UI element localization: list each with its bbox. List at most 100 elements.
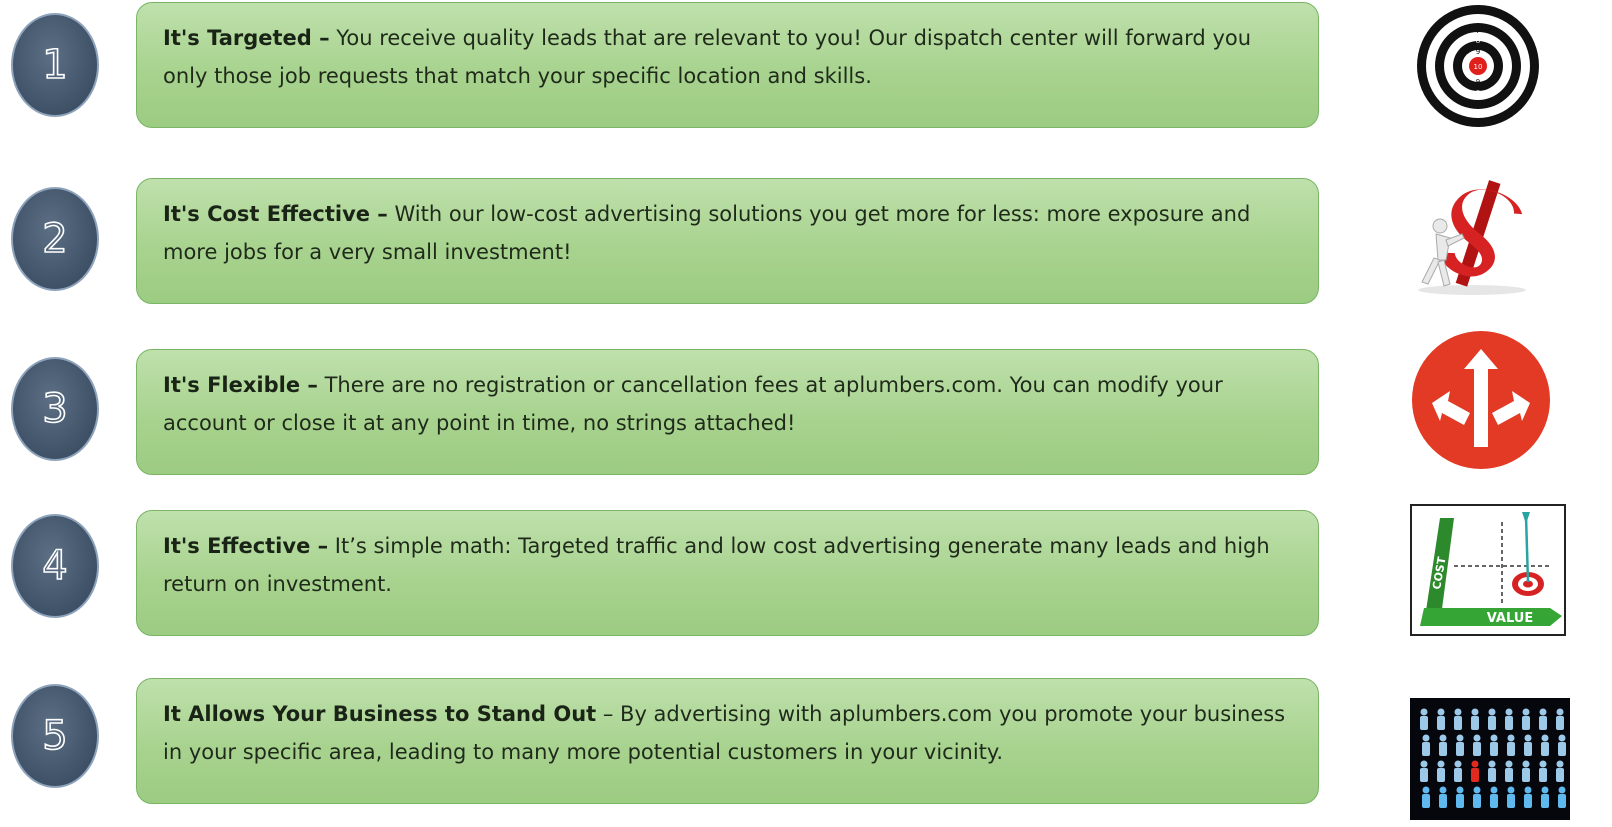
benefit-card: It's Cost Effective – With our low-cost … — [136, 178, 1319, 304]
crowd-figure-head — [1507, 734, 1515, 742]
target-label-7-bottom: 7 — [1476, 99, 1480, 107]
benefit-title: It Allows Your Business to Stand Out — [163, 702, 597, 726]
target-label-9-bottom: 9 — [1476, 78, 1480, 86]
crowd-figure-body — [1437, 716, 1445, 730]
benefit-card: It Allows Your Business to Stand Out – B… — [136, 678, 1319, 804]
target-label-8-bottom: 8 — [1476, 89, 1480, 97]
crowd-figure-head — [1488, 760, 1496, 768]
benefit-dash: – — [596, 702, 614, 726]
number-badge: 1 — [11, 13, 99, 117]
target-label-10: 10 — [1474, 63, 1483, 71]
crowd-figure-body — [1522, 716, 1530, 730]
target-label-6-bottom: 6 — [1476, 109, 1481, 117]
crowd-figure-body — [1422, 794, 1430, 808]
benefit-row-2: 2 It's Cost Effective – With our low-cos… — [0, 174, 1612, 308]
benefit-dash: – — [300, 373, 318, 397]
crowd-figure-head — [1454, 708, 1462, 716]
crowd-figure-body — [1439, 794, 1447, 808]
benefit-card: It's Effective – It’s simple math: Targe… — [136, 510, 1319, 636]
number-badge: 2 — [11, 187, 99, 291]
crowd-figure-head — [1490, 734, 1498, 742]
crowd-figure-body — [1422, 742, 1430, 756]
split-arrows-icon — [1412, 331, 1550, 469]
crowd-figure-body — [1456, 794, 1464, 808]
crowd-figure-head — [1437, 760, 1445, 768]
crowd-figure-head — [1505, 708, 1513, 716]
benefit-title: It's Cost Effective — [163, 202, 370, 226]
crowd-figure-head — [1539, 708, 1547, 716]
benefit-dash: – — [310, 534, 329, 558]
crowd-figure-head — [1439, 786, 1447, 794]
target-label-7-top: 7 — [1476, 27, 1480, 35]
crowd-figure-head — [1456, 734, 1464, 742]
crowd-figure-head — [1471, 708, 1479, 716]
benefit-row-4: 4 It's Effective – It’s simple math: Tar… — [0, 504, 1612, 640]
number-badge: 5 — [11, 684, 99, 788]
crowd-figure-head — [1439, 734, 1447, 742]
crowd-figure-body — [1539, 768, 1547, 782]
crowd-figure-body — [1488, 716, 1496, 730]
crowd-figure-body — [1556, 716, 1564, 730]
crowd-figure-body — [1558, 742, 1566, 756]
target-label-8-right: 8 — [1505, 63, 1509, 71]
crowd-figure-body — [1490, 742, 1498, 756]
target-label-5-bottom: 5 — [1476, 119, 1480, 127]
number-label: 1 — [41, 42, 68, 88]
crowd-figure-head — [1505, 760, 1513, 768]
crowd-figure-head — [1539, 760, 1547, 768]
number-label: 4 — [41, 543, 68, 589]
target-label-6-right: 6 — [1523, 63, 1528, 71]
benefit-dash: – — [311, 26, 330, 50]
target-label-9-right: 9 — [1495, 63, 1499, 71]
crowd-figure-head — [1454, 760, 1462, 768]
crowd-figure-head — [1456, 786, 1464, 794]
crowd-figure-head — [1422, 786, 1430, 794]
crowd-figure-body — [1471, 768, 1479, 782]
crowd-figure-head — [1422, 734, 1430, 742]
crowd-figure-head — [1473, 734, 1481, 742]
crowd-figure-body — [1524, 742, 1532, 756]
target-label-7-right: 7 — [1514, 63, 1518, 71]
benefit-text: It’s simple math: Targeted traffic and l… — [163, 534, 1270, 596]
crowd-figure-body — [1539, 716, 1547, 730]
chart-icon-x-label: VALUE — [1487, 611, 1534, 626]
crowd-figure-body — [1488, 768, 1496, 782]
crowd-figure-body — [1507, 742, 1515, 756]
crowd-figure-head — [1507, 786, 1515, 794]
crowd-figure-head — [1524, 734, 1532, 742]
crowd-figure-body — [1558, 794, 1566, 808]
crowd-figure-body — [1420, 768, 1428, 782]
target-icon: 10 5 6 7 8 9 5 6 7 8 9 5 6 7 8 9 9 8 7 6… — [1417, 5, 1539, 127]
crowd-figure-head — [1524, 786, 1532, 794]
benefit-row-3: 3 It's Flexible – There are no registrat… — [0, 331, 1612, 477]
crowd-figure-head — [1522, 708, 1530, 716]
crowd-figure-body — [1541, 742, 1549, 756]
dollar-sign-icon — [1410, 174, 1530, 298]
crowd-figure-head — [1488, 708, 1496, 716]
crowd-figure-head — [1558, 786, 1566, 794]
target-label-6-top: 6 — [1476, 17, 1481, 25]
benefit-title: It's Effective — [163, 534, 311, 558]
crowd-figure-body — [1454, 768, 1462, 782]
target-label-5-right: 5 — [1532, 63, 1536, 71]
target-label-5-top: 5 — [1476, 7, 1480, 15]
crowd-figure-head — [1490, 786, 1498, 794]
crowd-figure-head — [1420, 708, 1428, 716]
target-label-6-left: 6 — [1429, 63, 1434, 71]
crowd-figure-body — [1471, 716, 1479, 730]
benefit-card: It's Targeted – You receive quality lead… — [136, 2, 1319, 128]
crowd-figure-body — [1505, 716, 1513, 730]
benefit-card: It's Flexible – There are no registratio… — [136, 349, 1319, 475]
cost-value-chart-icon: COST VALUE — [1410, 504, 1566, 636]
target-label-8-top: 8 — [1476, 37, 1480, 45]
crowd-figure-body — [1505, 768, 1513, 782]
crowd-figure-body — [1420, 716, 1428, 730]
crowd-figure-body — [1522, 768, 1530, 782]
crowd-figure-head — [1556, 760, 1564, 768]
crowd-figure-body — [1454, 716, 1462, 730]
crowd-figure-head — [1473, 786, 1481, 794]
crowd-figure-body — [1437, 768, 1445, 782]
crowd-figure-head — [1556, 708, 1564, 716]
crowd-figure-body — [1556, 768, 1564, 782]
number-badge: 3 — [11, 357, 99, 461]
